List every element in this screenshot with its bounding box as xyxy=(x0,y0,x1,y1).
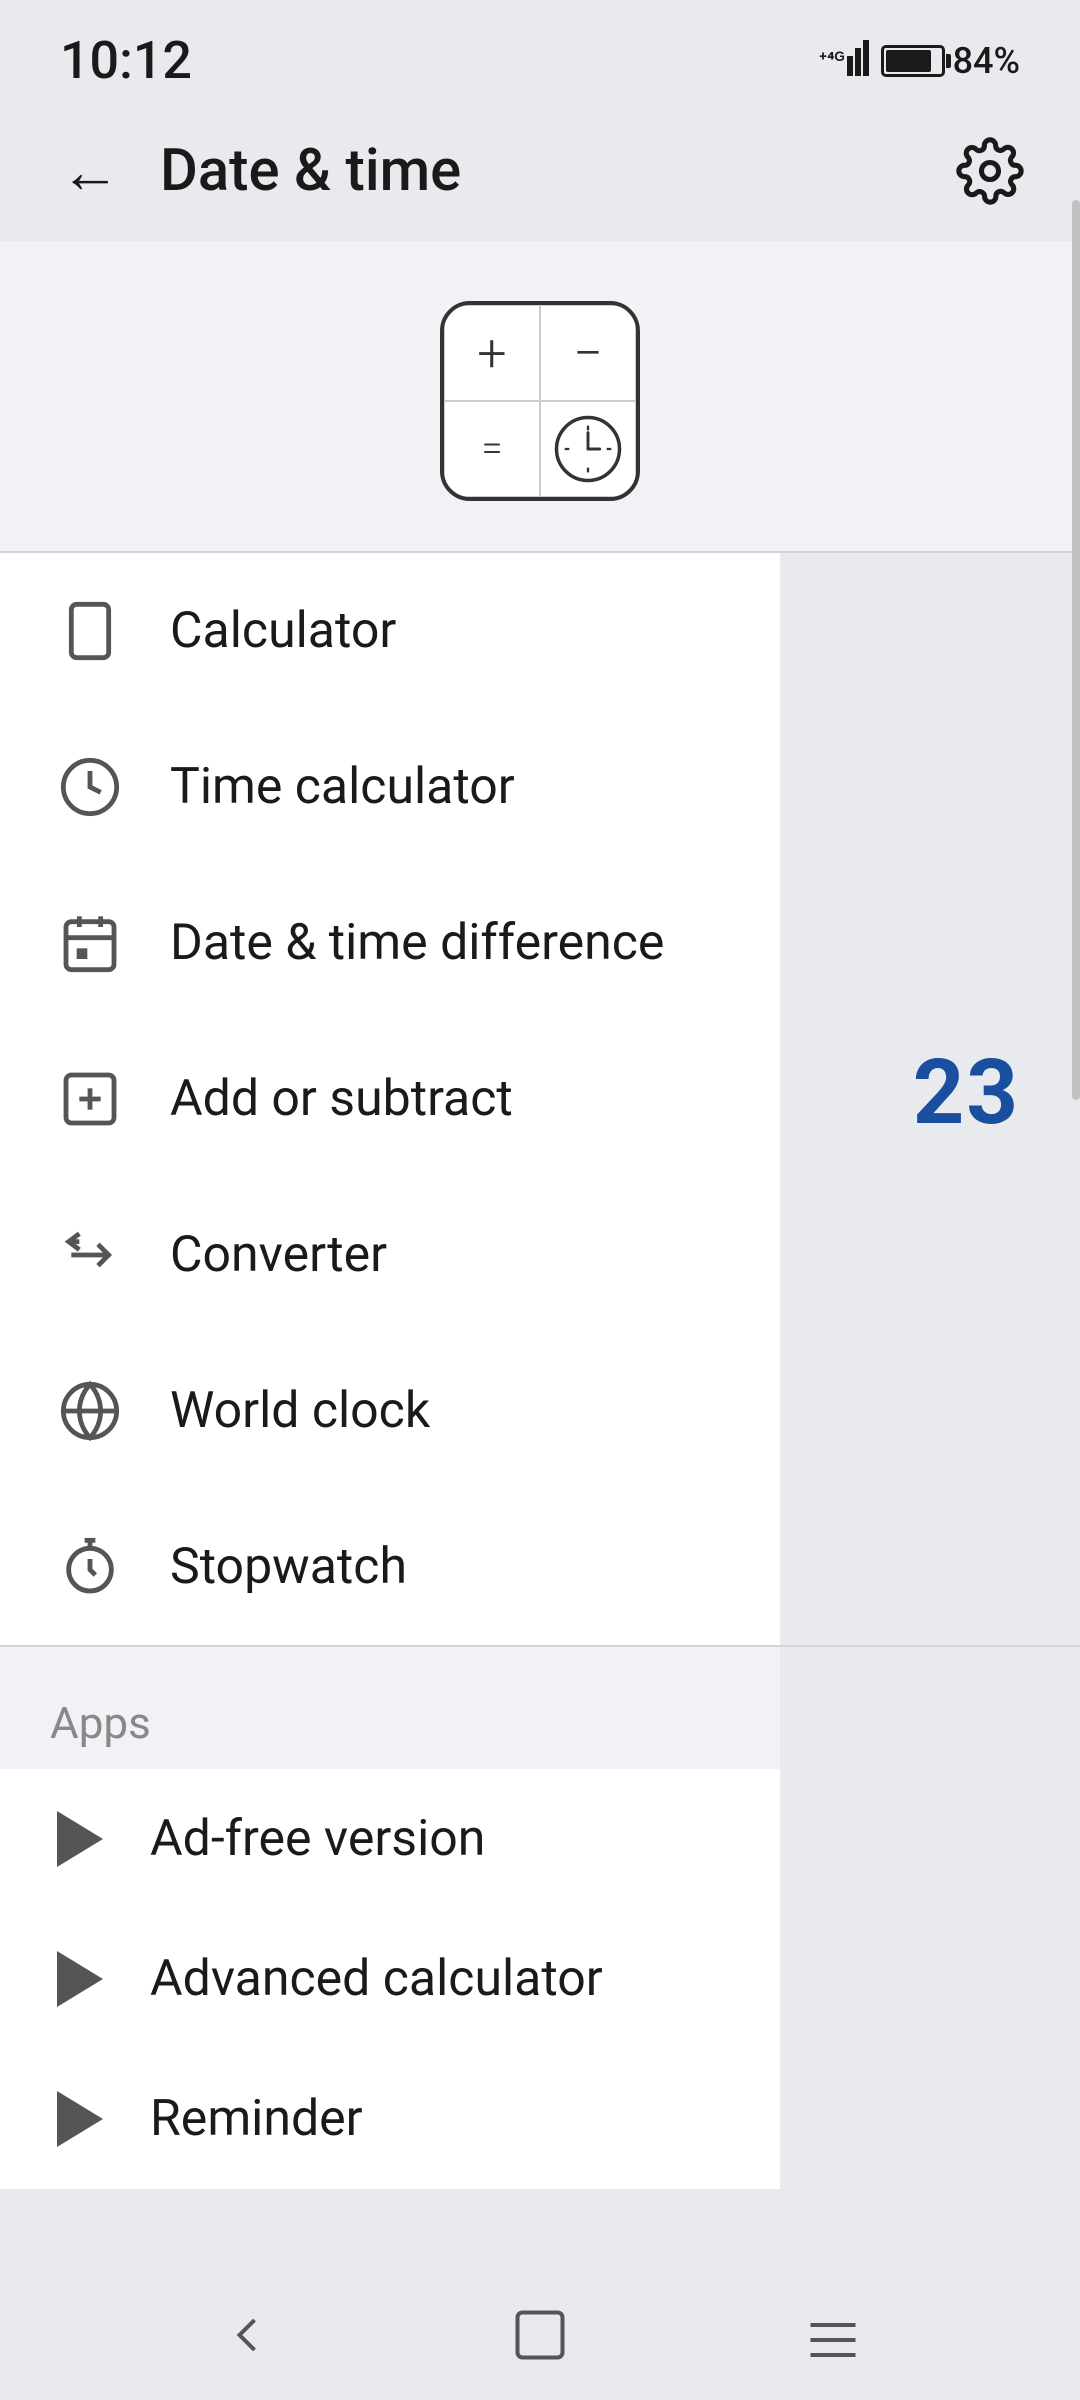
apps-header: Apps xyxy=(0,1647,780,1769)
app-item-advanced-calc[interactable]: Advanced calculator xyxy=(0,1909,780,2049)
app-icon: + − = xyxy=(440,301,640,501)
add-box-icon xyxy=(50,1059,130,1139)
clock-cell xyxy=(540,401,636,497)
equals-cell: = xyxy=(444,401,540,497)
bottom-nav xyxy=(0,2270,1080,2400)
back-button[interactable]: ← xyxy=(50,131,130,211)
back-nav-button[interactable] xyxy=(197,2295,297,2375)
menu-item-converter[interactable]: Converter xyxy=(0,1177,780,1333)
page-title: Date & time xyxy=(160,137,950,205)
menu-item-calculator[interactable]: Calculator xyxy=(0,553,780,709)
number-overlay: 23 xyxy=(913,1040,1020,1145)
menu-item-date-time-diff[interactable]: Date & time difference xyxy=(0,865,780,1021)
back-arrow-icon: ← xyxy=(60,136,120,207)
app-item-ad-free[interactable]: Ad-free version xyxy=(0,1769,780,1909)
status-icons: ⁺⁴ᴳ 84% xyxy=(819,36,1020,85)
battery-pct: 84% xyxy=(953,40,1020,82)
home-nav-button[interactable] xyxy=(490,2295,590,2375)
menu-item-add-subtract[interactable]: Add or subtract xyxy=(0,1021,780,1177)
status-time: 10:12 xyxy=(60,30,192,91)
status-bar: 10:12 ⁺⁴ᴳ 84% xyxy=(0,0,1080,111)
apps-list: Ad-free version Advanced calculator Remi… xyxy=(0,1769,780,2189)
globe-icon xyxy=(50,1371,130,1451)
menu-item-stopwatch[interactable]: Stopwatch xyxy=(0,1489,780,1645)
stopwatch-label: Stopwatch xyxy=(170,1538,407,1596)
reminder-label: Reminder xyxy=(150,2090,363,2148)
calendar-icon xyxy=(50,903,130,983)
menu-list: Calculator Time calculator Date & time d… xyxy=(0,553,780,1645)
menu-item-world-clock[interactable]: World clock xyxy=(0,1333,780,1489)
top-bar: ← Date & time xyxy=(0,111,1080,241)
play-icon-reminder xyxy=(50,2089,110,2149)
converter-label: Converter xyxy=(170,1226,387,1284)
settings-button[interactable] xyxy=(950,131,1030,211)
play-icon-advanced xyxy=(50,1949,110,2009)
scroll-indicator[interactable] xyxy=(1072,200,1080,1100)
play-icon-ad-free xyxy=(50,1809,110,1869)
minus-cell: − xyxy=(540,305,636,401)
battery-icon xyxy=(881,45,945,77)
date-time-diff-label: Date & time difference xyxy=(170,914,664,972)
apps-section: Apps xyxy=(0,1647,780,1769)
calculator-label: Calculator xyxy=(170,602,396,660)
battery-container: 84% xyxy=(881,40,1020,82)
signal-icon: ⁺⁴ᴳ xyxy=(819,36,871,85)
device-icon xyxy=(50,591,130,671)
svg-text:⁺⁴ᴳ: ⁺⁴ᴳ xyxy=(819,47,845,71)
ad-free-label: Ad-free version xyxy=(150,1810,485,1868)
convert-icon xyxy=(50,1215,130,1295)
add-subtract-label: Add or subtract xyxy=(170,1070,513,1128)
menu-item-time-calculator[interactable]: Time calculator xyxy=(0,709,780,865)
stopwatch-icon xyxy=(50,1527,130,1607)
app-icon-area: + − = xyxy=(0,241,1080,551)
advanced-calc-label: Advanced calculator xyxy=(150,1950,603,2008)
world-clock-label: World clock xyxy=(170,1382,430,1440)
menu-nav-button[interactable] xyxy=(783,2295,883,2375)
app-item-reminder[interactable]: Reminder xyxy=(0,2049,780,2189)
plus-cell: + xyxy=(444,305,540,401)
clock-icon xyxy=(50,747,130,827)
time-calculator-label: Time calculator xyxy=(170,758,515,816)
